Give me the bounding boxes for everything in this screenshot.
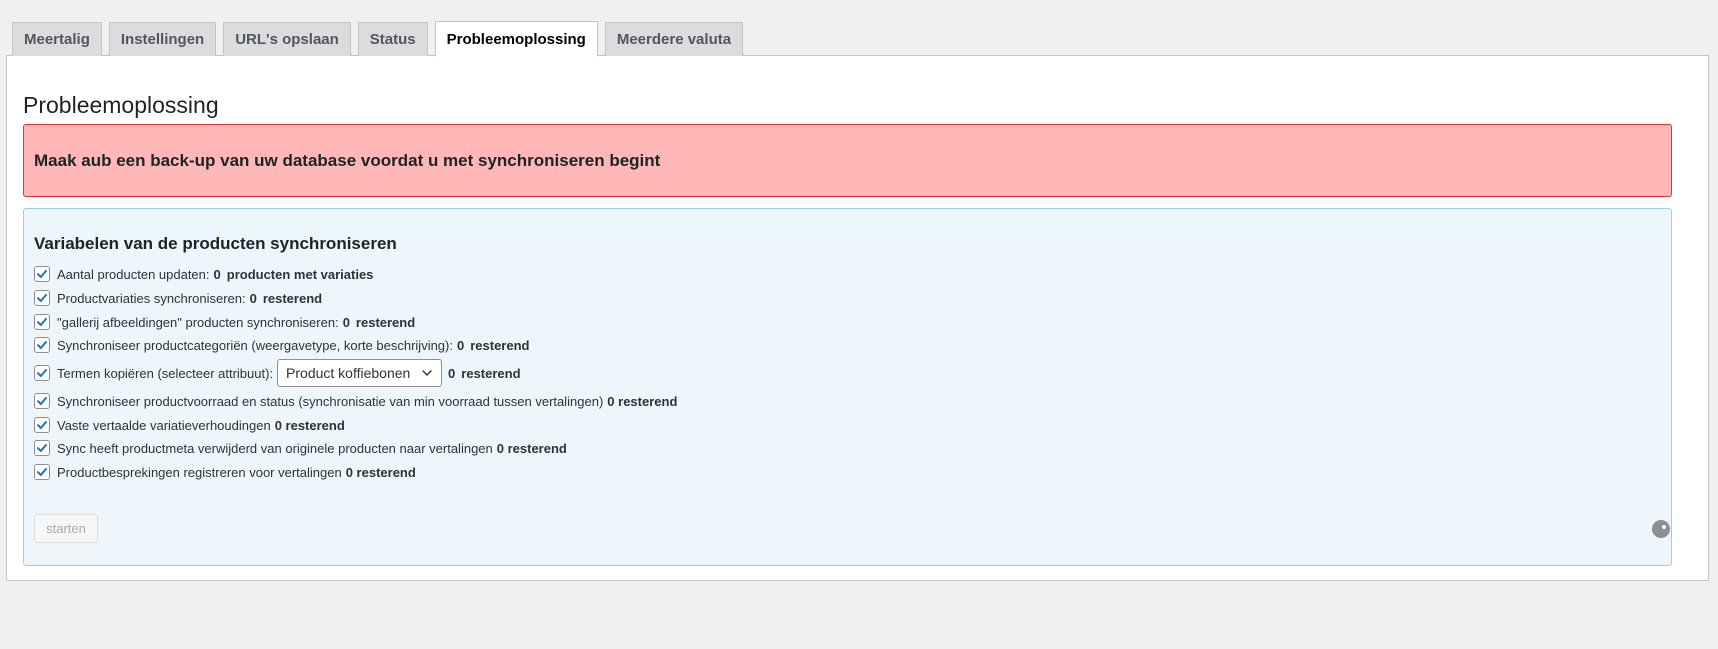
sync-row-label: Synchroniseer productvoorraad en status … [57, 393, 604, 409]
spinner-icon [1652, 520, 1670, 538]
checkbox-gallery-images[interactable] [34, 314, 50, 330]
checkmark-icon [37, 318, 47, 326]
sync-row-label: Productbesprekingen registreren voor ver… [57, 464, 342, 480]
sync-row-product-meta: Sync heeft productmeta verwijderd van or… [34, 440, 567, 456]
sync-row-count: 0 [249, 290, 257, 306]
sync-row-suffix: resterend [461, 365, 521, 381]
sync-row-label: Vaste vertaalde variatieverhoudingen [57, 417, 271, 433]
checkmark-icon [37, 369, 47, 377]
sync-row-product-reviews: Productbesprekingen registreren voor ver… [34, 464, 416, 480]
backup-warning: Maak aub een back-up van uw database voo… [23, 124, 1672, 197]
sync-title: Variabelen van de producten synchroniser… [34, 234, 397, 253]
settings-tabs: Meertalig Instellingen URL's opslaan Sta… [12, 20, 744, 57]
tab-probleemoplossing[interactable]: Probleemoplossing [434, 21, 598, 57]
sync-row-suffix: resterend [355, 314, 416, 330]
checkbox-copy-terms[interactable] [34, 365, 50, 381]
sync-row-copy-terms: Termen kopiëren (selecteer attribuut): P… [34, 359, 521, 387]
checkmark-icon [37, 397, 47, 405]
checkmark-icon [37, 294, 47, 302]
tab-meerdere-valuta[interactable]: Meerdere valuta [604, 22, 744, 56]
sync-row-label: Aantal producten updaten: [57, 266, 210, 282]
sync-row-count: 0 [213, 266, 221, 282]
checkmark-icon [37, 270, 47, 278]
backup-warning-text: Maak aub een back-up van uw database voo… [34, 150, 661, 170]
sync-row-suffix: resterend [470, 337, 530, 353]
tab-meertalig[interactable]: Meertalig [12, 22, 102, 56]
checkbox-product-categories[interactable] [34, 337, 50, 353]
checkmark-icon [37, 468, 47, 476]
attribute-select-value: Product koffiebonen [286, 365, 411, 381]
attribute-select[interactable]: Product koffiebonen [277, 359, 443, 387]
start-button[interactable]: starten [34, 514, 98, 543]
checkmark-icon [37, 341, 47, 349]
checkbox-stock-status[interactable] [34, 393, 50, 409]
sync-row-gallery-images: "gallerij afbeeldingen" producten synchr… [34, 314, 415, 330]
sync-row-product-variations: Productvariaties synchroniseren: 0 reste… [34, 290, 322, 306]
sync-row-suffix: resterend [262, 290, 323, 306]
sync-row-suffix: producten met variaties [226, 266, 374, 282]
sync-row-label: Synchroniseer productcategoriën (weergav… [57, 337, 453, 353]
chevron-down-icon [422, 370, 432, 376]
tab-status[interactable]: Status [357, 22, 428, 56]
checkbox-product-variations[interactable] [34, 290, 50, 306]
page-title: Probleemoplossing [23, 92, 219, 118]
settings-panel: Probleemoplossing Maak aub een back-up v… [6, 55, 1709, 581]
checkbox-variation-relations[interactable] [34, 417, 50, 433]
tab-urls-opslaan[interactable]: URL's opslaan [223, 22, 351, 56]
sync-row-count: 0 resterend [607, 393, 678, 409]
sync-row-count: 0 [342, 314, 350, 330]
sync-row-label: Termen kopiëren (selecteer attribuut): [57, 365, 274, 381]
sync-row-product-categories: Synchroniseer productcategoriën (weergav… [34, 337, 529, 353]
sync-variables-box: Variabelen van de producten synchroniser… [23, 208, 1672, 566]
sync-row-count: 0 resterend [345, 464, 416, 480]
sync-row-label: Productvariaties synchroniseren: [57, 290, 246, 306]
sync-row-count: 0 [448, 365, 456, 381]
checkmark-icon [37, 421, 47, 429]
sync-row-label: Sync heeft productmeta verwijderd van or… [57, 440, 493, 456]
checkbox-product-reviews[interactable] [34, 464, 50, 480]
checkbox-product-meta[interactable] [34, 440, 50, 456]
checkmark-icon [37, 444, 47, 452]
sync-row-label: "gallerij afbeeldingen" producten synchr… [57, 314, 339, 330]
sync-row-stock-status: Synchroniseer productvoorraad en status … [34, 393, 677, 409]
sync-row-variation-relations: Vaste vertaalde variatieverhoudingen 0 r… [34, 417, 345, 433]
tab-instellingen[interactable]: Instellingen [108, 22, 217, 56]
sync-row-update-products: Aantal producten updaten: 0 producten me… [34, 266, 373, 282]
checkbox-update-products[interactable] [34, 266, 50, 282]
sync-row-count: 0 resterend [274, 417, 345, 433]
sync-row-count: 0 [456, 337, 465, 353]
sync-row-count: 0 resterend [496, 440, 567, 456]
